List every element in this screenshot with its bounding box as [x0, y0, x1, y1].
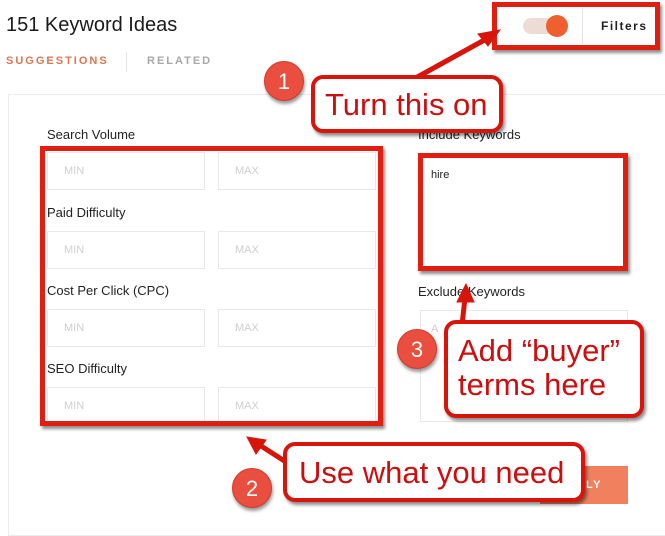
callout-2: Use what you need — [283, 442, 585, 502]
callout-1: Turn this on — [311, 75, 503, 133]
callout-3: Add “buyer” terms here — [444, 320, 644, 418]
callout-3-badge: 3 — [397, 329, 437, 369]
arrow-1-shaft — [410, 35, 490, 83]
callout-2-badge: 2 — [232, 468, 272, 508]
arrow-2-shaft — [256, 441, 288, 465]
arrow-3-head — [456, 282, 475, 303]
callout-3-line1: Add “buyer” — [458, 333, 620, 368]
callout-1-badge: 1 — [264, 61, 304, 101]
callout-3-line2: terms here — [458, 367, 607, 403]
